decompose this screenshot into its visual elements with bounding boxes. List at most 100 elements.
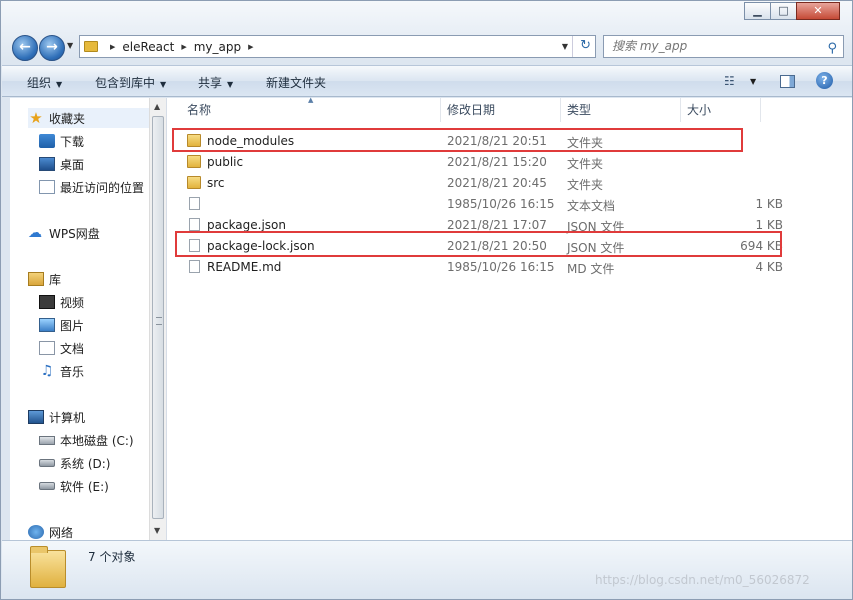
nav-favorites[interactable]: ★ 收藏夹 (28, 108, 166, 128)
nav-documents[interactable]: 文档 (39, 338, 166, 358)
file-type: 文本文档 (567, 199, 616, 213)
nav-label: 网络 (49, 525, 74, 540)
video-icon (39, 295, 55, 309)
nav-drive-d[interactable]: 系统 (D:) (39, 453, 166, 473)
window-controls: ▁ □ ✕ (744, 2, 840, 21)
music-note-icon: ♫ (40, 363, 54, 379)
file-size: 4 KB (755, 260, 783, 274)
nav-music[interactable]: ♫ 音乐 (39, 361, 166, 381)
navigation-scrollbar[interactable]: ▲ ▼ (149, 98, 166, 540)
file-date: 2021/8/21 15:20 (447, 155, 547, 169)
file-row-text-document[interactable]: 1985/10/26 16:15 文本文档 1 KB (179, 194, 783, 214)
back-button[interactable]: ← (12, 35, 38, 61)
nav-desktop[interactable]: 桌面 (39, 154, 166, 174)
chevron-down-icon[interactable]: ▼ (750, 77, 756, 86)
file-date: 1985/10/26 16:15 (447, 197, 555, 211)
file-row-src[interactable]: src 2021/8/21 20:45 文件夹 (179, 173, 779, 193)
file-row-readme-md[interactable]: README.md 1985/10/26 16:15 MD 文件 4 KB (179, 257, 783, 277)
include-in-library-label: 包含到库中 (95, 76, 156, 90)
scroll-down-icon[interactable]: ▼ (154, 526, 160, 535)
hard-drive-icon (39, 482, 55, 490)
network-icon (28, 525, 44, 539)
command-bar: 组织 ▼ 包含到库中 ▼ 共享 ▼ 新建文件夹 ☷ ▼ ? (2, 65, 852, 97)
chevron-right-icon[interactable]: ▶ (248, 43, 253, 51)
views-icon[interactable]: ☷ (724, 74, 735, 88)
preview-pane-icon[interactable] (780, 75, 795, 88)
file-row-public[interactable]: public 2021/8/21 15:20 文件夹 (179, 152, 779, 172)
file-date: 2021/8/21 17:07 (447, 218, 547, 232)
computer-icon (28, 410, 44, 424)
file-list: 名称 ▲ 修改日期 类型 大小 node_modules 2021/8/21 2… (167, 96, 852, 540)
nav-wps-drive[interactable]: ☁ WPS网盘 (28, 223, 166, 243)
item-count: 7 个对象 (88, 550, 136, 564)
chevron-down-icon: ▼ (227, 80, 234, 89)
scrollbar-thumb[interactable] (152, 116, 164, 519)
folder-icon (30, 546, 66, 588)
include-in-library-menu[interactable]: 包含到库中 ▼ (95, 74, 166, 91)
hard-drive-icon (39, 459, 55, 467)
explorer-window: ▁ □ ✕ ← → ▼ ▶ eleReact ▶ my_app ▶ ▼ ↻ ⚲ … (0, 0, 853, 600)
help-icon[interactable]: ? (816, 72, 833, 89)
nav-label: WPS网盘 (49, 226, 100, 241)
search-icon[interactable]: ⚲ (827, 38, 837, 59)
file-name: README.md (207, 260, 282, 274)
nav-libraries[interactable]: 库 (28, 269, 166, 289)
document-icon (39, 341, 55, 355)
refresh-icon[interactable]: ↻ (580, 38, 591, 53)
nav-label: 桌面 (60, 157, 85, 172)
nav-recent[interactable]: 最近访问的位置 (39, 177, 166, 197)
column-header-size[interactable]: 大小 (681, 98, 761, 122)
nav-label: 本地磁盘 (C:) (60, 433, 134, 448)
nav-videos[interactable]: 视频 (39, 292, 166, 312)
highlight-box-package-lock (175, 231, 782, 257)
file-type: 文件夹 (567, 178, 604, 192)
sort-ascending-icon: ▲ (308, 96, 314, 104)
organize-label: 组织 (27, 76, 52, 90)
address-bar[interactable]: ▶ eleReact ▶ my_app ▶ ▼ ↻ (79, 35, 596, 58)
file-name: src (207, 176, 225, 190)
watermark: https://blog.csdn.net/m0_56026872 (595, 573, 810, 587)
nav-label: 最近访问的位置 (60, 180, 145, 195)
picture-icon (39, 318, 55, 332)
nav-drive-c[interactable]: 本地磁盘 (C:) (39, 430, 166, 450)
highlight-box-node-modules (172, 128, 743, 152)
maximize-button[interactable]: □ (770, 2, 797, 20)
nav-label: 系统 (D:) (60, 456, 111, 471)
nav-pictures[interactable]: 图片 (39, 315, 166, 335)
file-type: 文件夹 (567, 157, 604, 171)
forward-button[interactable]: → (39, 35, 65, 61)
nav-downloads[interactable]: 下载 (39, 131, 166, 151)
minimize-button[interactable]: ▁ (744, 2, 771, 20)
scroll-up-icon[interactable]: ▲ (154, 102, 160, 111)
nav-label: 图片 (60, 318, 85, 333)
file-name: package.json (207, 218, 287, 232)
breadcrumb-my-app[interactable]: my_app (194, 40, 241, 54)
search-input[interactable] (612, 39, 812, 53)
file-size: 1 KB (755, 197, 783, 211)
file-size: 1 KB (755, 218, 783, 232)
breadcrumb-elereact[interactable]: eleReact (122, 40, 174, 54)
close-button[interactable]: ✕ (796, 2, 840, 20)
file-date: 1985/10/26 16:15 (447, 260, 555, 274)
nav-label: 计算机 (49, 410, 86, 425)
share-menu[interactable]: 共享 ▼ (198, 74, 233, 91)
navigation-pane: ★ 收藏夹 下载 桌面 最近访问的位置 ☁ WPS网盘 库 视频 图片 文档 ♫… (10, 98, 167, 540)
download-icon (39, 134, 55, 148)
file-name: public (207, 155, 244, 169)
nav-network[interactable]: 网络 (28, 522, 166, 540)
column-header-date[interactable]: 修改日期 (441, 98, 561, 122)
new-folder-button[interactable]: 新建文件夹 (266, 74, 326, 91)
address-dropdown-icon[interactable]: ▼ (562, 42, 568, 51)
nav-drive-e[interactable]: 软件 (E:) (39, 476, 166, 496)
star-icon: ★ (29, 109, 43, 127)
column-header-type[interactable]: 类型 (561, 98, 681, 122)
nav-computer[interactable]: 计算机 (28, 407, 166, 427)
organize-menu[interactable]: 组织 ▼ (27, 74, 62, 91)
cloud-icon: ☁ (28, 225, 42, 241)
file-date: 2021/8/21 20:45 (447, 176, 547, 190)
chevron-right-icon[interactable]: ▶ (110, 43, 115, 51)
recent-places-icon (39, 180, 55, 194)
library-icon (28, 272, 44, 286)
chevron-right-icon[interactable]: ▶ (181, 43, 186, 51)
recent-pages-dropdown[interactable]: ▼ (67, 41, 73, 50)
